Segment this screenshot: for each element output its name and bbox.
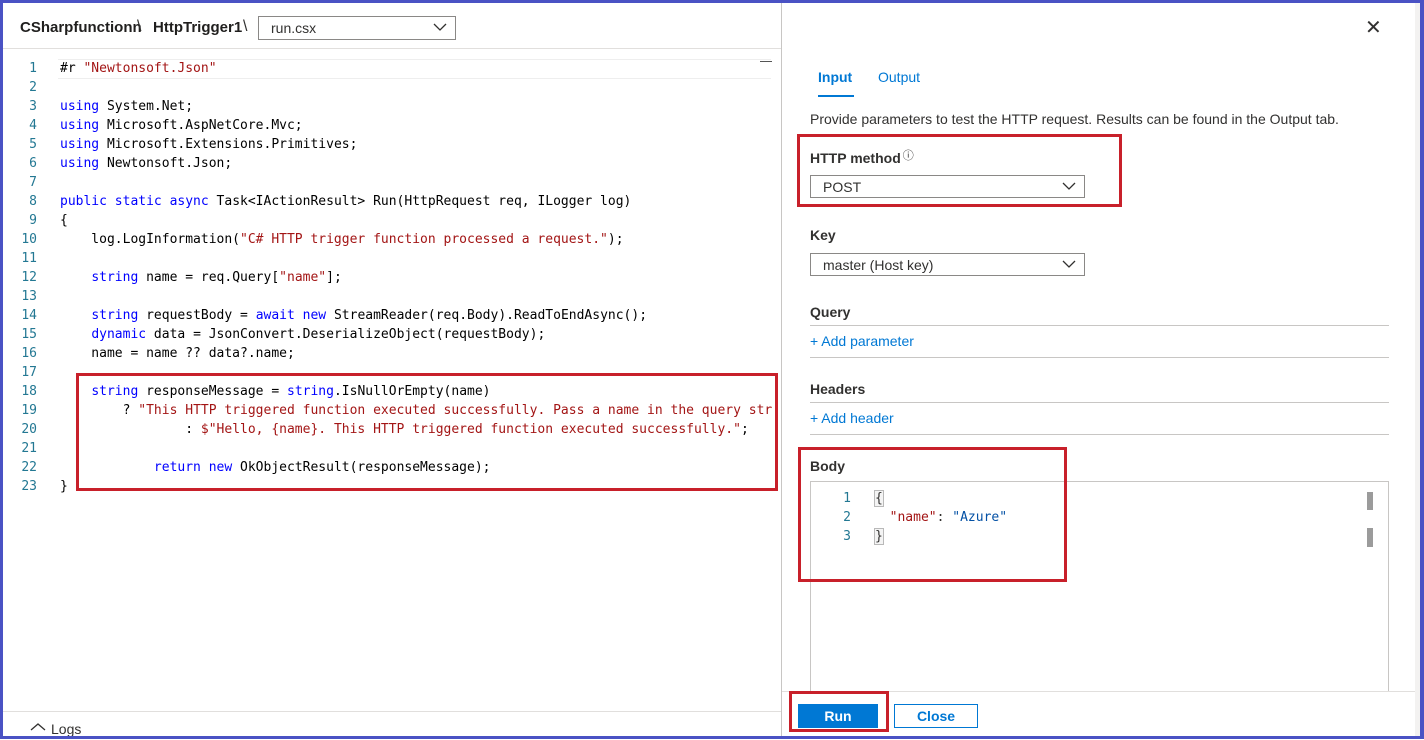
info-icon[interactable]: ⓘ	[903, 150, 914, 162]
line-number: 3	[843, 529, 851, 544]
line-number: 14	[21, 308, 37, 323]
code-line: return new OkObjectResult(responseMessag…	[153, 460, 491, 475]
chevron-down-icon	[1062, 260, 1076, 268]
code-line: string requestBody = await new StreamRea…	[91, 308, 648, 323]
line-number: 15	[21, 327, 37, 342]
action-bar: Run Close	[782, 691, 1420, 737]
code-line: {	[874, 490, 884, 507]
code-line: }	[874, 528, 884, 545]
code-line: #r "Newtonsoft.Json"	[60, 61, 217, 76]
run-button[interactable]: Run	[798, 704, 878, 728]
line-number: 18	[21, 384, 37, 399]
line-number: 2	[29, 80, 37, 95]
code-line: using Microsoft.AspNetCore.Mvc;	[60, 118, 303, 133]
body-label: Body	[810, 458, 845, 474]
file-select-value: run.csx	[271, 20, 317, 36]
test-panel: ✕ Input Output Provide parameters to tes…	[782, 3, 1420, 737]
tab-input[interactable]: Input	[818, 69, 852, 85]
line-number: 9	[29, 213, 37, 228]
code-line: {	[60, 213, 68, 228]
file-select[interactable]: run.csx	[258, 16, 456, 40]
line-number: 10	[21, 232, 37, 247]
line-number: 21	[21, 441, 37, 456]
line-number: 19	[21, 403, 37, 418]
breadcrumb: CSharpfunctionn \ HttpTrigger1 \ run.csx	[3, 3, 781, 49]
chevron-down-icon	[433, 23, 447, 31]
divider	[3, 48, 781, 49]
line-number: 17	[21, 365, 37, 380]
query-label: Query	[810, 304, 851, 320]
close-button[interactable]: Close	[894, 704, 978, 728]
line-number: 1	[29, 61, 37, 76]
chevron-down-icon	[1062, 182, 1076, 190]
line-number: 4	[29, 118, 37, 133]
breadcrumb-function-app[interactable]: CSharpfunctionn	[20, 19, 142, 36]
line-number: 22	[21, 460, 37, 475]
breadcrumb-separator: \	[243, 18, 248, 35]
code-line: }	[60, 479, 68, 494]
divider	[810, 434, 1389, 435]
line-number: 3	[29, 99, 37, 114]
breadcrumb-separator: \	[137, 18, 142, 35]
scrollbar-thumb[interactable]	[1367, 528, 1373, 547]
logs-toggle[interactable]: Logs	[3, 711, 781, 740]
add-parameter-link[interactable]: + Add parameter	[810, 333, 914, 349]
http-method-select[interactable]: POST	[810, 175, 1085, 198]
key-value: master (Host key)	[823, 257, 934, 273]
line-number: 16	[21, 346, 37, 361]
divider	[810, 357, 1389, 358]
line-number: 11	[21, 251, 37, 266]
logs-label: Logs	[51, 721, 82, 737]
key-label: Key	[810, 227, 836, 243]
breadcrumb-function[interactable]: HttpTrigger1	[153, 19, 242, 36]
line-number: 2	[843, 510, 851, 525]
code-line: using Newtonsoft.Json;	[60, 156, 233, 171]
code-line: using System.Net;	[60, 99, 194, 114]
line-number: 6	[29, 156, 37, 171]
add-header-link[interactable]: + Add header	[810, 410, 894, 426]
code-line: "name": "Azure"	[889, 510, 1008, 525]
minimap-indicator	[760, 61, 772, 62]
code-line: log.LogInformation("C# HTTP trigger func…	[60, 232, 624, 247]
code-line: ? "This HTTP triggered function executed…	[60, 403, 773, 418]
code-line: string name = req.Query["name"];	[91, 270, 342, 285]
chevron-up-icon	[30, 723, 46, 731]
line-number: 20	[21, 422, 37, 437]
code-line: dynamic data = JsonConvert.DeserializeOb…	[91, 327, 546, 342]
code-line: : $"Hello, {name}. This HTTP triggered f…	[60, 422, 749, 437]
code-line: name = name ?? data?.name;	[60, 346, 295, 361]
code-line: public static async Task<IActionResult> …	[60, 194, 632, 209]
line-number: 5	[29, 137, 37, 152]
line-number: 7	[29, 175, 37, 190]
tab-output[interactable]: Output	[878, 69, 920, 85]
divider	[810, 325, 1389, 326]
line-number: 1	[843, 491, 851, 506]
line-number: 23	[21, 479, 37, 494]
headers-label: Headers	[810, 381, 866, 397]
active-tab-indicator	[818, 95, 854, 97]
key-select[interactable]: master (Host key)	[810, 253, 1085, 276]
close-icon[interactable]: ✕	[1365, 15, 1382, 40]
divider	[810, 402, 1389, 403]
http-method-value: POST	[823, 179, 862, 195]
code-line: string responseMessage = string.IsNullOr…	[91, 384, 491, 399]
code-editor-pane: CSharpfunctionn \ HttpTrigger1 \ run.csx…	[3, 3, 781, 737]
scrollbar-thumb[interactable]	[1367, 492, 1373, 510]
line-number: 12	[21, 270, 37, 285]
body-editor[interactable]: 1 2 3 { "name": "Azure" }	[810, 481, 1389, 695]
http-method-label: HTTP method ⓘ	[810, 150, 914, 166]
line-number: 13	[21, 289, 37, 304]
line-number: 8	[29, 194, 37, 209]
panel-description: Provide parameters to test the HTTP requ…	[810, 111, 1339, 127]
scrollbar[interactable]	[1415, 3, 1420, 736]
code-line: using Microsoft.Extensions.Primitives;	[60, 137, 358, 152]
